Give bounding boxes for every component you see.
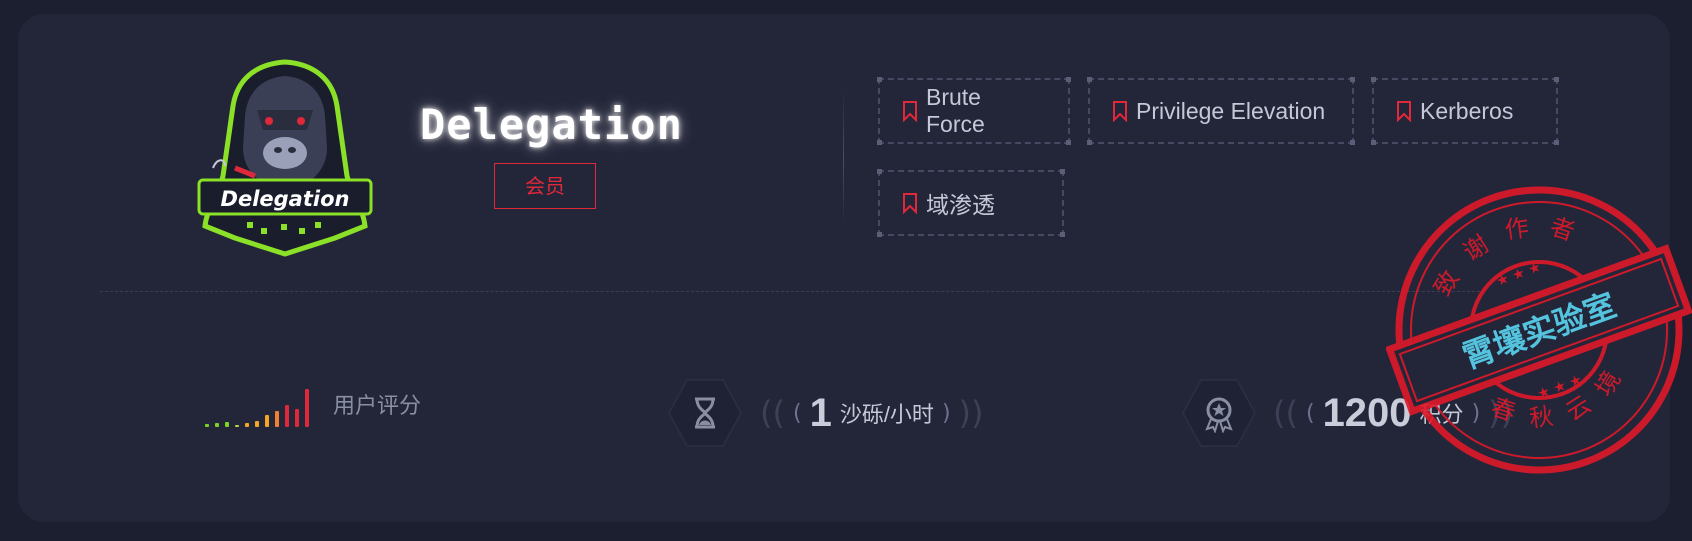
rating-bar: [265, 415, 269, 427]
tag-label: Privilege Elevation: [1136, 97, 1326, 124]
rating-bars: [205, 385, 315, 427]
vertical-divider: [843, 90, 844, 225]
machine-header: Delegation 会员: [420, 100, 683, 209]
tag-domain-penetration[interactable]: 域渗透: [877, 169, 1065, 237]
bookmark-icon: [903, 101, 917, 122]
rating-label: 用户评分: [333, 393, 422, 418]
tag-label: 域渗透: [926, 192, 995, 218]
bookmark-icon: [903, 193, 917, 214]
rating-bar: [295, 409, 299, 427]
member-badge: 会员: [494, 163, 596, 209]
bookmark-icon: [1113, 101, 1127, 122]
sand-stat: ((( 1 沙砾/小时 ))): [760, 390, 984, 435]
machine-title: Delegation: [420, 100, 683, 149]
rating-bar: [255, 421, 259, 427]
gorilla-logo: Delegation: [197, 59, 373, 257]
rating-bar: [235, 425, 239, 427]
author-stamp: 致谢作者 春秋云境 ★ ★ ★ ★ ★ ★ 霄壤实验室: [1386, 186, 1692, 474]
rating-bar: [225, 422, 229, 427]
tag-label: Brute Force: [926, 84, 985, 137]
logo-text: Delegation: [221, 187, 350, 211]
rating-bar: [275, 411, 279, 427]
tag-kerberos[interactable]: Kerberos: [1371, 77, 1559, 145]
sand-unit: 沙砾/小时: [839, 402, 934, 427]
horizontal-divider: [100, 291, 1480, 292]
rating-bar: [285, 405, 289, 427]
hourglass-icon: [695, 397, 715, 429]
tag-brute-force[interactable]: Brute Force: [877, 77, 1071, 145]
user-rating: 用户评分: [205, 385, 421, 427]
medal-icon: [1205, 397, 1233, 433]
rating-bar: [305, 389, 309, 427]
tag-privilege-elevation[interactable]: Privilege Elevation: [1087, 77, 1355, 145]
rating-bar: [245, 423, 249, 427]
sand-value: 1: [809, 390, 832, 435]
tag-label: Kerberos: [1420, 97, 1514, 124]
rating-bar: [215, 423, 219, 427]
rating-bar: [205, 424, 209, 427]
bookmark-icon: [1397, 101, 1411, 122]
